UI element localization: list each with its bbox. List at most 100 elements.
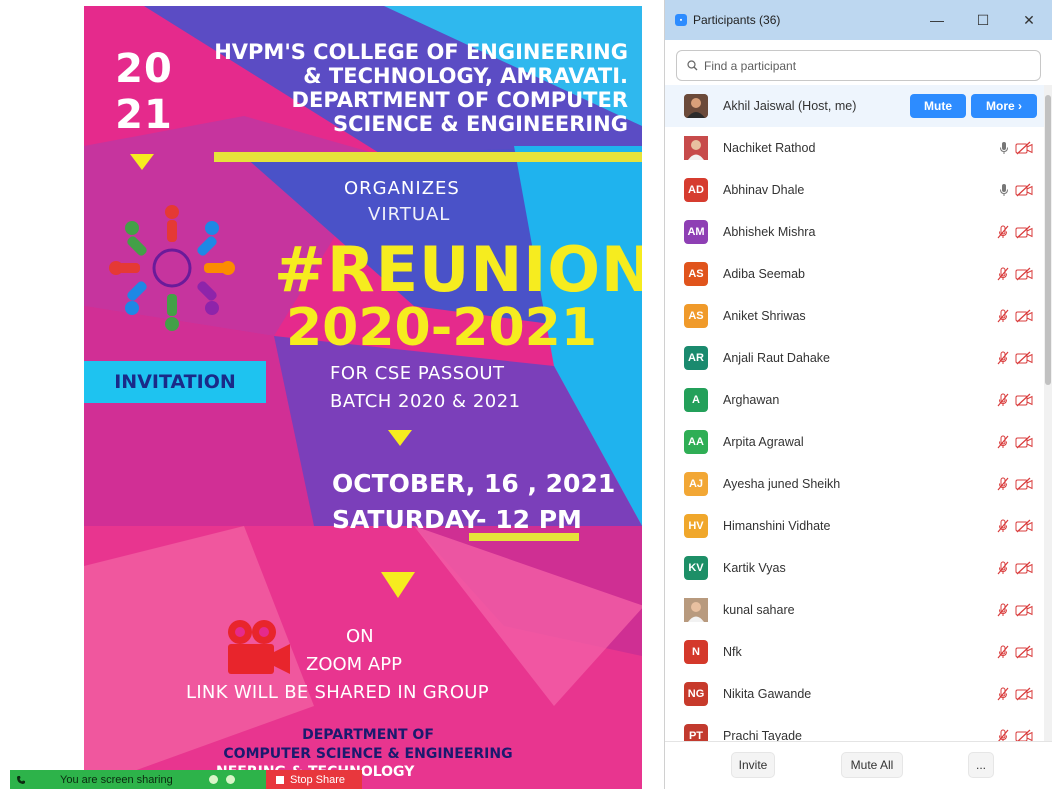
scrollbar-thumb[interactable] xyxy=(1045,95,1051,385)
microphone-muted-icon[interactable] xyxy=(997,309,1009,323)
video-off-icon[interactable] xyxy=(1015,141,1033,155)
participant-status-icons xyxy=(997,603,1033,617)
participant-row[interactable]: AS Aniket Shriwas xyxy=(665,295,1045,337)
microphone-muted-icon[interactable] xyxy=(997,267,1009,281)
stop-share-button[interactable]: Stop Share xyxy=(266,770,362,789)
participant-name: Adiba Seemab xyxy=(723,267,806,281)
screen-sharing-status[interactable]: You are screen sharing xyxy=(10,770,266,789)
microphone-muted-icon[interactable] xyxy=(997,519,1009,533)
microphone-icon[interactable] xyxy=(999,141,1009,155)
participant-name: Anjali Raut Dahake xyxy=(723,351,831,365)
poster-organizes: ORGANIZES xyxy=(344,178,460,199)
invite-button[interactable]: Invite xyxy=(731,752,775,778)
participant-name: Arghawan xyxy=(723,393,780,407)
participant-row[interactable]: HV Himanshini Vidhate xyxy=(665,505,1045,547)
participant-status-icons xyxy=(997,561,1033,575)
participant-row-host[interactable]: Akhil Jaiswal (Host, me) Mute More › xyxy=(665,85,1045,127)
mute-button[interactable]: Mute xyxy=(910,94,966,118)
shared-poster: 20 21 HVPM'S COLLEGE OF ENGINEERING & TEC… xyxy=(84,6,642,789)
participant-status-icons xyxy=(997,435,1033,449)
participant-row[interactable]: kunal sahare xyxy=(665,589,1045,631)
video-off-icon[interactable] xyxy=(1015,519,1033,533)
video-off-icon[interactable] xyxy=(1015,309,1033,323)
participant-row[interactable]: Nachiket Rathod xyxy=(665,127,1045,169)
participant-row[interactable]: AR Anjali Raut Dahake xyxy=(665,337,1045,379)
microphone-muted-icon[interactable] xyxy=(997,687,1009,701)
participant-avatar: KV xyxy=(684,556,708,580)
microphone-muted-icon[interactable] xyxy=(997,645,1009,659)
host-avatar xyxy=(684,94,708,118)
video-off-icon[interactable] xyxy=(1015,477,1033,491)
poster-reunion-title: #REUNION xyxy=(274,233,642,306)
participant-avatar: PT xyxy=(684,724,708,741)
microphone-muted-icon[interactable] xyxy=(997,729,1009,741)
participant-row[interactable]: NG Nikita Gawande xyxy=(665,673,1045,715)
search-input[interactable] xyxy=(704,58,1004,73)
participants-footer: Invite Mute All ... xyxy=(665,741,1052,789)
video-off-icon[interactable] xyxy=(1015,183,1033,197)
participant-status-icons xyxy=(997,393,1033,407)
participant-list-scrollbar[interactable] xyxy=(1044,85,1052,741)
screen-share-bar: You are screen sharing Stop Share xyxy=(10,770,362,789)
participant-row[interactable]: PT Prachi Tayade xyxy=(665,715,1045,741)
poster-batch-text: FOR CSE PASSOUT BATCH 2020 & 2021 xyxy=(330,363,521,412)
participant-name: Himanshini Vidhate xyxy=(723,519,831,533)
participant-avatar: A xyxy=(684,388,708,412)
participant-row[interactable]: AS Adiba Seemab xyxy=(665,253,1045,295)
video-off-icon[interactable] xyxy=(1015,267,1033,281)
participant-status-icons xyxy=(999,141,1033,155)
video-off-icon[interactable] xyxy=(1015,687,1033,701)
participant-name: Arpita Agrawal xyxy=(723,435,804,449)
participant-search[interactable] xyxy=(676,50,1041,81)
maximize-button[interactable]: ☐ xyxy=(960,12,1006,29)
participant-row[interactable]: AJ Ayesha juned Sheikh xyxy=(665,463,1045,505)
participant-row[interactable]: A Arghawan xyxy=(665,379,1045,421)
participant-name: Nfk xyxy=(723,645,742,659)
more-button[interactable]: More › xyxy=(971,94,1037,118)
video-off-icon[interactable] xyxy=(1015,603,1033,617)
participant-name: Abhishek Mishra xyxy=(723,225,816,239)
video-off-icon[interactable] xyxy=(1015,351,1033,365)
participant-status-icons xyxy=(997,225,1033,239)
poster-link-note: LINK WILL BE SHARED IN GROUP xyxy=(186,682,489,703)
microphone-muted-icon[interactable] xyxy=(997,225,1009,239)
microphone-muted-icon[interactable] xyxy=(997,477,1009,491)
microphone-icon[interactable] xyxy=(999,183,1009,197)
participant-row[interactable]: AM Abhishek Mishra xyxy=(665,211,1045,253)
video-off-icon[interactable] xyxy=(1015,729,1033,741)
participant-avatar: NG xyxy=(684,682,708,706)
participant-name: Abhinav Dhale xyxy=(723,183,805,197)
participant-row[interactable]: N Nfk xyxy=(665,631,1045,673)
zoom-app-icon: ▪ xyxy=(675,14,687,26)
video-off-icon[interactable] xyxy=(1015,645,1033,659)
mute-all-button[interactable]: Mute All xyxy=(841,752,903,778)
video-off-icon[interactable] xyxy=(1015,561,1033,575)
stop-icon xyxy=(276,775,284,784)
microphone-muted-icon[interactable] xyxy=(997,393,1009,407)
pause-share-icon[interactable] xyxy=(208,775,218,784)
participants-title: Participants (36) xyxy=(693,13,781,27)
security-shield-icon[interactable] xyxy=(225,775,235,784)
video-off-icon[interactable] xyxy=(1015,435,1033,449)
participant-name: Nachiket Rathod xyxy=(723,141,816,155)
microphone-muted-icon[interactable] xyxy=(997,351,1009,365)
microphone-muted-icon[interactable] xyxy=(997,561,1009,575)
participant-row[interactable]: AD Abhinav Dhale xyxy=(665,169,1045,211)
close-button[interactable]: ✕ xyxy=(1006,12,1052,29)
screen-sharing-label: You are screen sharing xyxy=(60,773,173,786)
participants-panel: ▪ Participants (36) — ☐ ✕ Akhil Jaiswal … xyxy=(664,0,1052,789)
more-options-button[interactable]: ... xyxy=(968,752,994,778)
microphone-muted-icon[interactable] xyxy=(997,603,1009,617)
poster-date: OCTOBER, 16 , 2021 SATURDAY- 12 PM xyxy=(332,469,616,534)
participant-row[interactable]: AA Arpita Agrawal xyxy=(665,421,1045,463)
participant-row[interactable]: KV Kartik Vyas xyxy=(665,547,1045,589)
participant-status-icons xyxy=(997,519,1033,533)
participant-list: Akhil Jaiswal (Host, me) Mute More › Nac… xyxy=(665,85,1045,741)
video-off-icon[interactable] xyxy=(1015,225,1033,239)
video-off-icon[interactable] xyxy=(1015,393,1033,407)
poster-department: DEPARTMENT OF COMPUTER SCIENCE & ENGINEER… xyxy=(223,727,513,762)
microphone-muted-icon[interactable] xyxy=(997,435,1009,449)
minimize-button[interactable]: — xyxy=(914,12,960,29)
poster-zoom-app: ZOOM APP xyxy=(306,654,402,675)
participant-status-icons xyxy=(997,351,1033,365)
